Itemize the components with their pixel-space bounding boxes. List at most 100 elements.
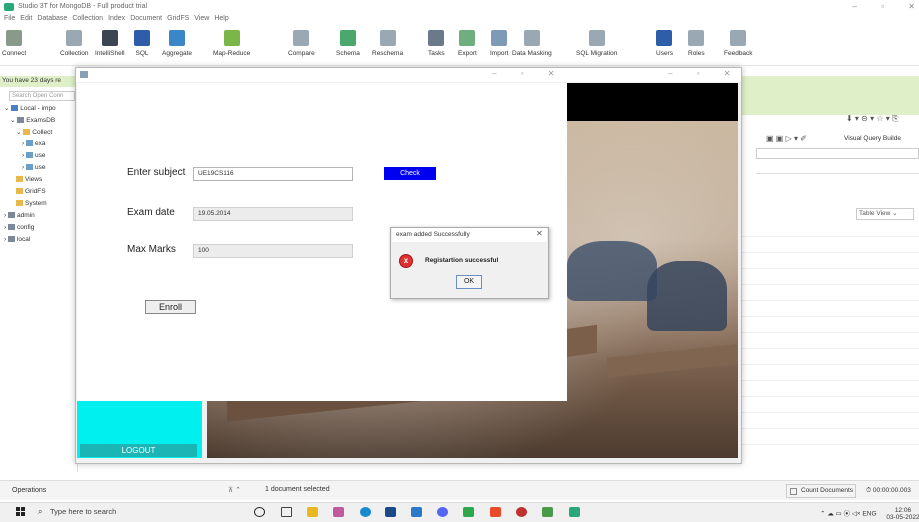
photos-icon[interactable] — [542, 507, 553, 517]
connect-button[interactable]: Connect — [2, 30, 26, 57]
data-masking-button[interactable]: Data Masking — [512, 30, 552, 57]
file-explorer-icon[interactable] — [307, 507, 318, 517]
pane-tools-icons[interactable]: ⬇ ▾ ⊝ ▾ ☆ ▾ ⎘ — [846, 114, 898, 124]
taskbar-search[interactable]: ⌕ Type here to search — [36, 504, 216, 520]
menu-item-view[interactable]: View — [194, 15, 209, 22]
tree-item[interactable]: › config — [4, 224, 34, 231]
maximize-icon[interactable]: ▫ — [881, 2, 884, 11]
tree-item-label: exa — [34, 140, 46, 147]
dialog-ok-button[interactable]: OK — [456, 275, 482, 289]
collection-button[interactable]: Collection — [60, 30, 89, 57]
cortana-icon[interactable] — [254, 507, 265, 517]
grid-row — [740, 364, 919, 365]
compare-button[interactable]: Compare — [288, 30, 315, 57]
import-button[interactable]: Import — [490, 30, 508, 57]
grid-row — [740, 236, 919, 237]
import-icon — [491, 30, 508, 46]
check-button[interactable]: Check — [384, 167, 436, 180]
feedback-button[interactable]: Feedback — [724, 30, 753, 57]
grid-row — [740, 284, 919, 285]
subject-input[interactable]: UE19CS116 — [193, 167, 353, 181]
tree-item[interactable]: › use — [22, 164, 45, 171]
tree-item[interactable]: › local — [4, 236, 30, 243]
chrome-icon[interactable] — [463, 507, 474, 517]
task-view-icon[interactable] — [281, 507, 292, 517]
users-button[interactable]: Users — [656, 30, 673, 57]
language-indicator[interactable]: ENG — [862, 511, 876, 518]
tree-item[interactable]: Views — [16, 176, 42, 183]
trial-message: You have 23 days re — [2, 77, 62, 84]
windows-start-icon[interactable] — [16, 507, 26, 517]
clock-icon: ⏱ — [866, 487, 873, 494]
tree-item[interactable]: › use — [22, 152, 45, 159]
enroll-button[interactable]: Enroll — [145, 300, 196, 314]
tasks-button[interactable]: Tasks — [428, 30, 445, 57]
query-tools-icons[interactable]: ▣ ▣ ▷ ▾ ✐ — [766, 134, 807, 143]
table-view-select[interactable]: Table View ⌄ — [856, 208, 914, 220]
settings-icon[interactable] — [411, 507, 422, 517]
map-reduce-button[interactable]: Map-Reduce — [213, 30, 250, 57]
roles-button[interactable]: Roles — [688, 30, 705, 57]
window-controls: – ▫ ✕ — [831, 2, 915, 11]
menu-item-edit[interactable]: Edit — [20, 15, 32, 22]
collection-icon — [66, 30, 83, 46]
tree-item[interactable]: ⌄ ExamsDB — [10, 116, 55, 124]
query-input[interactable] — [756, 148, 919, 159]
tree-item-label: use — [34, 164, 46, 171]
subject-label: Enter subject — [127, 167, 186, 178]
tree-item[interactable]: ⌄ Collect — [16, 128, 52, 136]
brave-icon[interactable] — [490, 507, 501, 517]
tree-item[interactable]: System — [16, 200, 47, 207]
cherry-icon[interactable] — [516, 507, 527, 517]
minimize-icon[interactable]: – — [853, 2, 857, 11]
expand-operations-icon[interactable]: ⊼ ⌃ — [228, 486, 241, 494]
menu-item-document[interactable]: Document — [130, 15, 162, 22]
tree-item[interactable]: ⌄ Local - impo — [4, 104, 56, 112]
export-button[interactable]: Export — [458, 30, 477, 57]
reschema-icon — [379, 30, 396, 46]
count-documents-button[interactable]: Count Documents — [786, 484, 856, 498]
slack-icon[interactable] — [333, 507, 344, 517]
menu-item-file[interactable]: File — [4, 15, 15, 22]
search-connections-input[interactable]: Search Open Conn — [9, 91, 75, 101]
count-icon — [790, 488, 797, 495]
studio3t-icon[interactable] — [569, 507, 580, 517]
mail-icon[interactable] — [385, 507, 396, 517]
chevron-icon[interactable]: ⌄ — [16, 129, 23, 136]
discord-icon[interactable] — [437, 507, 448, 517]
minimize-icon[interactable]: – — [668, 69, 672, 78]
menu-item-database[interactable]: Database — [37, 15, 67, 22]
menu-item-gridfs[interactable]: GridFS — [167, 15, 189, 22]
aggregate-button[interactable]: Aggregate — [162, 30, 192, 57]
logout-button[interactable]: LOGOUT — [80, 444, 197, 457]
clock[interactable]: 12:06 03-05-2022 — [886, 507, 919, 521]
operations-label[interactable]: Operations — [12, 487, 46, 494]
menu-item-help[interactable]: Help — [214, 15, 228, 22]
maximize-icon[interactable]: ▫ — [697, 69, 700, 78]
menu-item-index[interactable]: Index — [108, 15, 125, 22]
sql-button[interactable]: SQL — [134, 30, 150, 57]
sql-migration-button[interactable]: SQL Migration — [576, 30, 617, 57]
grid-row — [740, 300, 919, 301]
schema-button[interactable]: Schema — [336, 30, 360, 57]
tree-item-label: System — [25, 200, 47, 207]
close-icon[interactable]: ✕ — [548, 69, 555, 78]
close-icon[interactable]: ✕ — [724, 69, 731, 78]
dialog-close-icon[interactable]: ✕ — [536, 229, 543, 238]
tree-item-label: local — [16, 236, 31, 243]
intellishell-button[interactable]: IntelliShell — [95, 30, 125, 57]
minimize-icon[interactable]: – — [492, 69, 496, 78]
tree-item[interactable]: › exa — [22, 140, 45, 147]
tree-item[interactable]: › admin — [4, 212, 35, 219]
visual-query-builder-link[interactable]: Visual Query Builde — [844, 135, 901, 142]
toolbar-label: Reschema — [372, 50, 404, 57]
chevron-icon[interactable]: ⌄ — [4, 105, 11, 112]
menu-item-collection[interactable]: Collection — [72, 15, 103, 22]
tray-icons[interactable]: ⌃ ☁ ▭ ⦿ ◁× — [820, 511, 862, 518]
edge-icon[interactable] — [360, 507, 371, 517]
close-icon[interactable]: ✕ — [908, 2, 915, 11]
tree-item[interactable]: GridFS — [16, 188, 46, 195]
maximize-icon[interactable]: ▫ — [521, 69, 524, 78]
chevron-icon[interactable]: ⌄ — [10, 117, 17, 124]
reschema-button[interactable]: Reschema — [372, 30, 403, 57]
